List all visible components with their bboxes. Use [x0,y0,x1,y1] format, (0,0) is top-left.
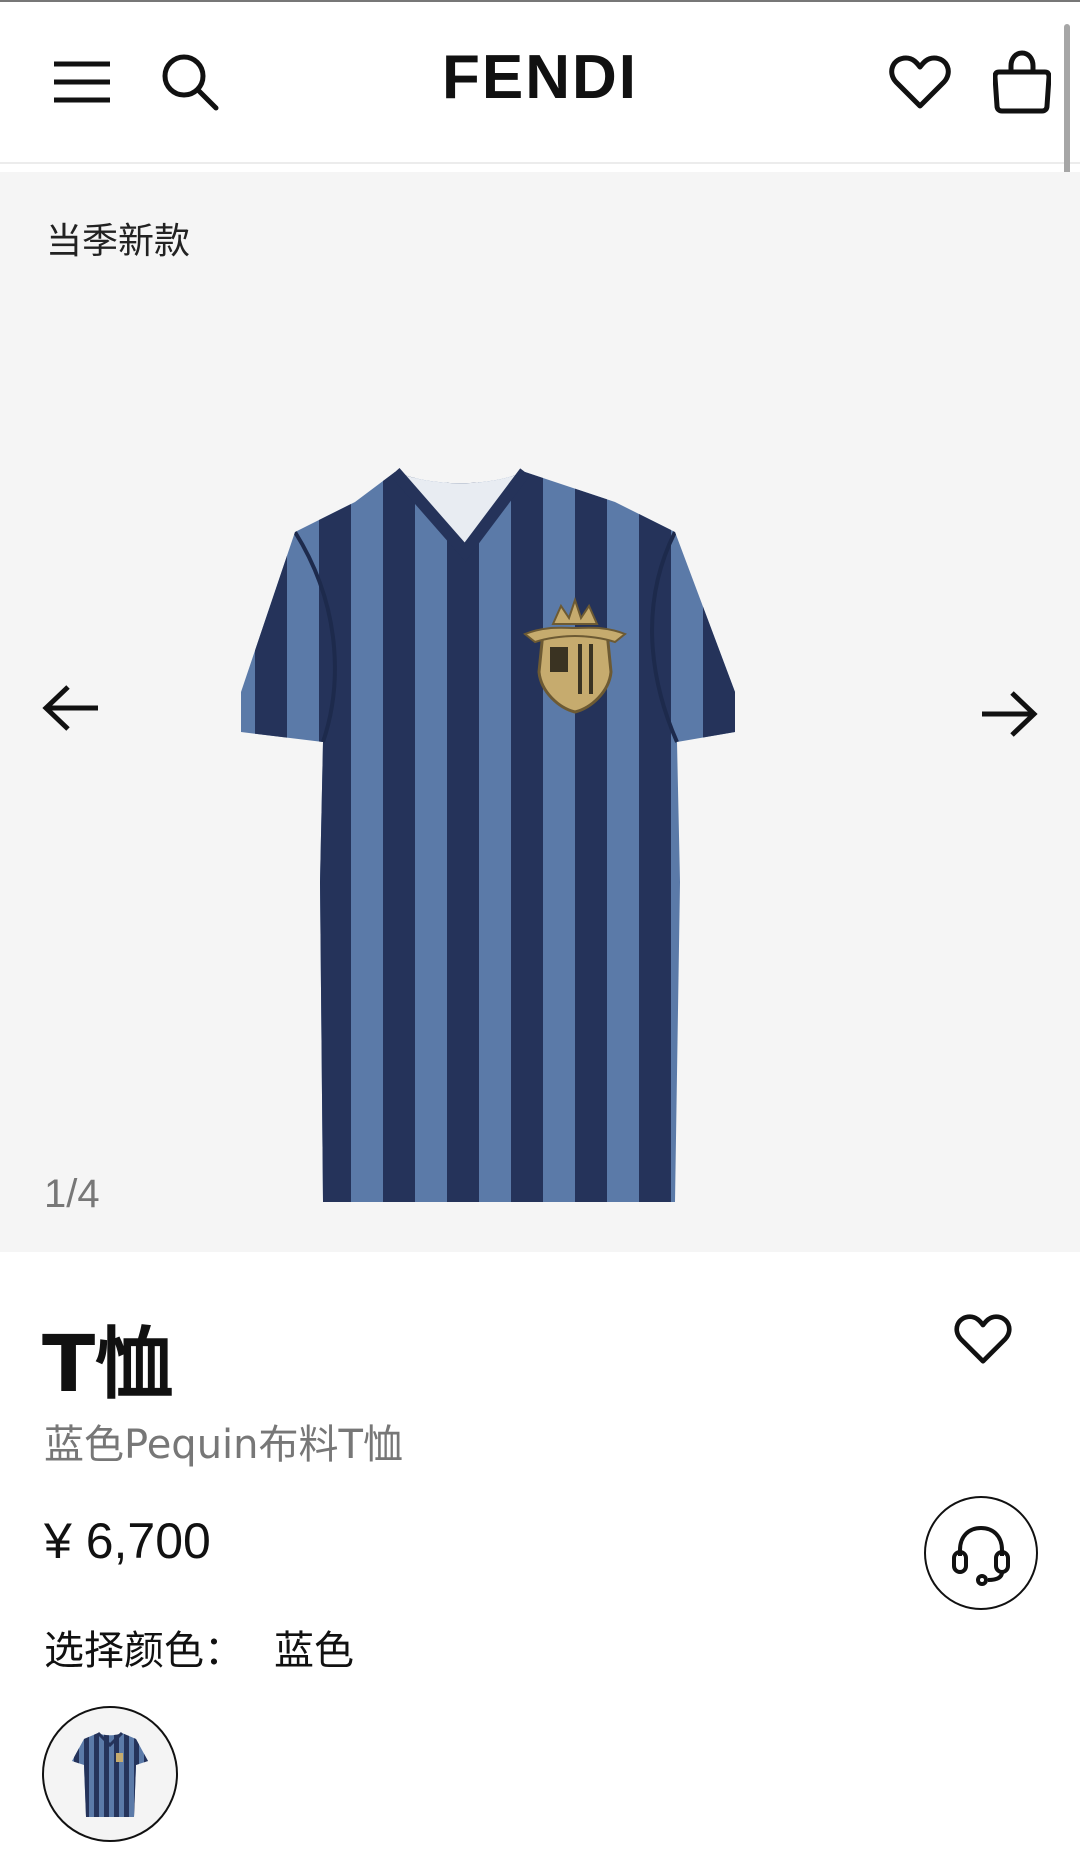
heart-icon [954,1314,1012,1364]
color-selector-label: 选择颜色： 蓝色 [44,1618,354,1676]
new-season-badge: 当季新款 [46,221,191,262]
arrow-right-icon [982,691,1038,737]
product-price: ¥ 6,700 [44,1513,211,1569]
heart-icon [889,55,951,109]
customer-support-button[interactable] [924,1496,1038,1610]
next-image-button[interactable] [966,672,1050,756]
color-label: 选择颜色： [44,1628,244,1674]
product-subtitle: 蓝色Pequin布料T恤 [44,1422,403,1468]
add-to-wishlist-button[interactable] [948,1304,1018,1374]
swatch-thumbnail [72,1731,148,1817]
product-image-gallery[interactable]: 当季新款 1/4 [0,172,1080,1252]
shopping-bag-button[interactable] [986,46,1058,118]
product-title: T恤 [42,1320,174,1410]
selected-color-value: 蓝色 [274,1628,354,1674]
headset-icon [952,1525,1010,1586]
image-counter: 1/4 [44,1172,100,1216]
wishlist-button[interactable] [884,46,956,118]
product-image[interactable] [235,462,855,1202]
previous-image-button[interactable] [30,666,114,750]
color-swatch-blue[interactable] [42,1706,178,1842]
bag-icon [993,50,1051,114]
top-navigation-bar: FENDI [0,2,1080,164]
arrow-left-icon [42,685,98,731]
